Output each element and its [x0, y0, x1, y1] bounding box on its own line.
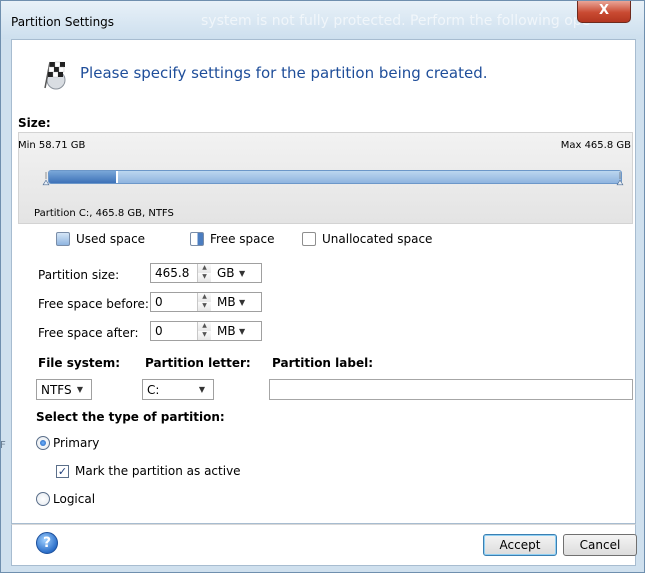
size-label: Size: [18, 116, 51, 130]
legend-free-space: Free space [190, 232, 274, 246]
cancel-button-label[interactable]: Cancel [580, 538, 621, 552]
partition-size-label: Partition size: [38, 268, 120, 282]
partition-letter-select[interactable]: C: ▼ [142, 379, 214, 400]
free-space-after-spin-arrows[interactable]: ▲ ▼ [197, 322, 211, 340]
free-space-before-unit[interactable]: MB [211, 295, 239, 309]
free-space-after-value[interactable]: 0 [151, 324, 197, 338]
min-size-label: Min 58.71 GB [18, 140, 86, 151]
unallocated-space-swatch [302, 232, 316, 246]
chevron-down-icon[interactable]: ▼ [77, 385, 87, 394]
dialog-heading: Please specify settings for the partitio… [80, 64, 488, 82]
mark-active-label[interactable]: Mark the partition as active [75, 464, 241, 478]
spin-up-icon[interactable]: ▲ [198, 293, 211, 302]
free-space-before-value[interactable]: 0 [151, 295, 197, 309]
chevron-down-icon[interactable]: ▼ [199, 385, 209, 394]
free-space-after-stepper[interactable]: 0 ▲ ▼ MB ▼ [150, 321, 262, 341]
file-system-select[interactable]: NTFS ▼ [36, 379, 92, 400]
title-bar[interactable]: Partition Settings system is not fully p… [1, 1, 644, 39]
legend-unallocated-label: Unallocated space [322, 232, 433, 246]
spin-down-icon[interactable]: ▼ [198, 273, 211, 282]
primary-radio[interactable] [36, 436, 50, 450]
file-system-value[interactable]: NTFS [41, 383, 72, 397]
chevron-down-icon[interactable]: ▼ [239, 269, 249, 278]
partition-size-slider[interactable] [48, 170, 622, 184]
partition-label-input[interactable] [269, 379, 633, 400]
cancel-button[interactable]: Cancel [563, 534, 637, 556]
file-system-label: File system: [38, 356, 121, 370]
mark-active-option[interactable]: ✓ Mark the partition as active [56, 464, 241, 478]
partition-label-heading: Partition label: [272, 356, 374, 370]
window-title: Partition Settings [11, 15, 115, 29]
help-icon[interactable]: ? [36, 532, 58, 554]
chevron-down-icon[interactable]: ▼ [239, 327, 249, 336]
partition-size-stepper[interactable]: 465.8 ▲ ▼ GB ▼ [150, 263, 262, 283]
free-space-swatch [190, 232, 204, 246]
right-slider-handle-icon[interactable] [614, 172, 626, 186]
checkered-flag-icon [44, 61, 66, 90]
logical-label[interactable]: Logical [53, 492, 95, 506]
partition-info-text: Partition C:, 465.8 GB, NTFS [34, 208, 174, 219]
legend-used-label: Used space [76, 232, 146, 246]
legend-free-label: Free space [210, 232, 275, 246]
max-size-label: Max 465.8 GB [560, 140, 631, 151]
free-space-after-label: Free space after: [38, 326, 139, 340]
accept-button-label[interactable]: Accept [500, 538, 541, 552]
free-space-before-stepper[interactable]: 0 ▲ ▼ MB ▼ [150, 292, 262, 312]
spin-up-icon[interactable]: ▲ [198, 322, 211, 331]
legend-unallocated-space: Unallocated space [302, 232, 432, 246]
partition-settings-window: Partition Settings system is not fully p… [0, 0, 645, 573]
left-slider-handle-icon[interactable] [40, 172, 52, 186]
partition-size-spin-arrows[interactable]: ▲ ▼ [197, 264, 211, 282]
used-space-bar [49, 171, 118, 183]
partition-size-value[interactable]: 465.8 [151, 266, 197, 280]
logical-radio-option[interactable]: Logical [36, 492, 95, 506]
primary-radio-option[interactable]: Primary [36, 436, 99, 450]
partition-letter-label: Partition letter: [145, 356, 251, 370]
accept-button[interactable]: Accept [483, 534, 557, 556]
chevron-down-icon[interactable]: ▼ [239, 298, 249, 307]
free-space-after-unit[interactable]: MB [211, 324, 239, 338]
spin-down-icon[interactable]: ▼ [198, 331, 211, 340]
free-space-before-spin-arrows[interactable]: ▲ ▼ [197, 293, 211, 311]
free-space-before-label: Free space before: [38, 297, 149, 311]
partition-type-heading: Select the type of partition: [36, 410, 225, 424]
mark-active-checkbox[interactable]: ✓ [56, 464, 69, 478]
spin-down-icon[interactable]: ▼ [198, 302, 211, 311]
used-space-swatch [56, 232, 70, 246]
close-button[interactable]: X [577, 1, 631, 23]
background-window-edge: F [0, 440, 6, 451]
background-ghost-text: system is not fully protected. Perform t… [201, 13, 591, 29]
spin-up-icon[interactable]: ▲ [198, 264, 211, 273]
legend-used-space: Used space [56, 232, 145, 246]
logical-radio[interactable] [36, 492, 50, 506]
partition-letter-value[interactable]: C: [147, 383, 159, 397]
partition-size-unit[interactable]: GB [211, 266, 239, 280]
primary-label[interactable]: Primary [53, 436, 99, 450]
